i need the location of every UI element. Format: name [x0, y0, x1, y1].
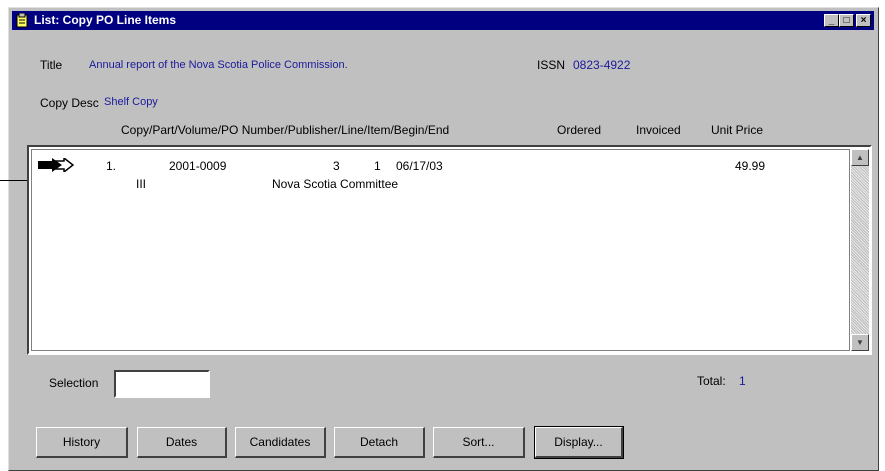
issn-value: 0823-4922	[573, 58, 631, 72]
dates-button[interactable]: Dates	[137, 427, 227, 458]
history-button[interactable]: History	[36, 427, 128, 458]
detach-button[interactable]: Detach	[334, 427, 425, 458]
total-value: 1	[739, 374, 746, 388]
title-value: Annual report of the Nova Scotia Police …	[89, 59, 348, 71]
copy-desc-label: Copy Desc	[40, 96, 99, 110]
list-content: 1. 2001-0009 3 1 06/17/03 49.99 III Nova…	[31, 149, 850, 351]
double-arrow-icon	[38, 156, 75, 175]
sort-button[interactable]: Sort...	[433, 427, 525, 458]
row-line: 3	[333, 159, 340, 173]
minimize-button[interactable]: _	[824, 14, 839, 27]
line-items-list[interactable]: 1. 2001-0009 3 1 06/17/03 49.99 III Nova…	[27, 145, 872, 355]
row-item: 1	[374, 159, 381, 173]
vertical-scrollbar[interactable]: ▲ ▼	[851, 149, 869, 351]
row-date: 06/17/03	[396, 159, 443, 173]
column-header-main[interactable]: Copy/Part/Volume/PO Number/Publisher/Lin…	[121, 123, 449, 137]
column-header-unit-price[interactable]: Unit Price	[711, 123, 763, 137]
close-button[interactable]: ×	[856, 14, 871, 27]
candidates-button[interactable]: Candidates	[235, 427, 326, 458]
issn-label: ISSN	[537, 58, 566, 72]
title-label: Title	[40, 58, 63, 72]
scroll-up-icon[interactable]: ▲	[851, 149, 869, 166]
display-button[interactable]: Display...	[534, 426, 624, 459]
column-header-invoiced[interactable]: Invoiced	[636, 123, 681, 137]
scroll-down-icon[interactable]: ▼	[851, 334, 869, 351]
maximize-button[interactable]: □	[839, 14, 854, 27]
selection-label: Selection	[49, 376, 99, 390]
selection-input[interactable]	[114, 370, 210, 398]
row-unit-price: 49.99	[735, 159, 766, 173]
row-sub-code: III	[136, 177, 147, 191]
row-po-number: 2001-0009	[169, 159, 227, 173]
title-bar[interactable]: List: Copy PO Line Items _ □ ×	[12, 11, 874, 30]
column-header-ordered[interactable]: Ordered	[557, 123, 601, 137]
document-icon	[16, 12, 28, 28]
row-publisher: Nova Scotia Committee	[272, 177, 399, 191]
total-label: Total:	[697, 374, 726, 388]
window-title: List: Copy PO Line Items	[34, 13, 177, 27]
row-number: 1.	[106, 159, 117, 173]
copy-desc-value: Shelf Copy	[104, 96, 158, 108]
